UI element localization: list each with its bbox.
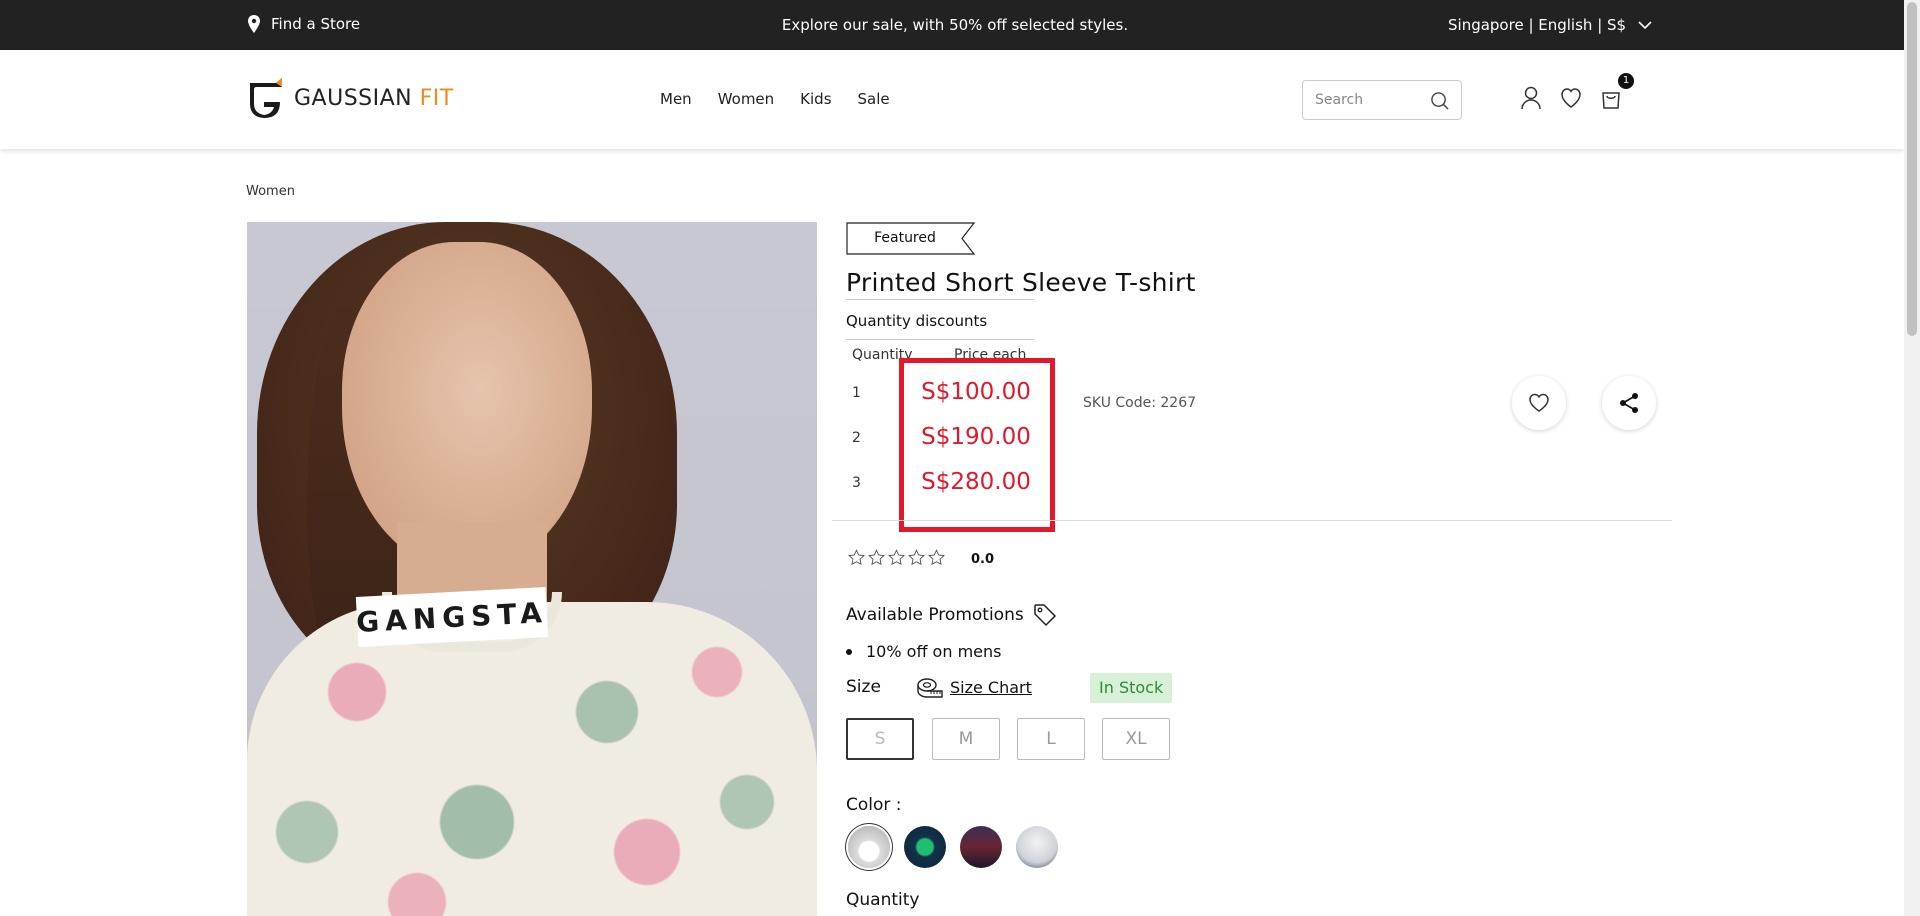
- promotion-text: 10% off on mens: [866, 642, 1002, 661]
- color-label: Color :: [846, 795, 902, 815]
- share-button[interactable]: [1602, 376, 1656, 430]
- featured-badge: Featured: [846, 222, 976, 255]
- cart-button[interactable]: 1: [1600, 73, 1634, 110]
- star-outline-icon: [848, 549, 865, 566]
- available-promotions: Available Promotions: [846, 602, 1058, 628]
- promotion-item: 10% off on mens: [846, 642, 1001, 661]
- title-divider: [846, 299, 1034, 300]
- nav-kids[interactable]: Kids: [800, 90, 831, 108]
- search-icon[interactable]: [1430, 91, 1449, 110]
- main-nav: Men Women Kids Sale: [660, 90, 890, 108]
- gaussian-fit-logo-icon: [250, 78, 282, 118]
- add-to-wishlist-button[interactable]: [1512, 376, 1566, 430]
- star-outline-icon: [868, 549, 885, 566]
- brand-name: GAUSSIAN FIT: [294, 86, 454, 111]
- wishlist-button[interactable]: [1560, 86, 1582, 110]
- locale-label: Singapore | English | S$: [1448, 16, 1627, 34]
- heart-icon: [1529, 393, 1549, 412]
- scrollbar-thumb[interactable]: [1907, 2, 1917, 336]
- price-highlight-box: [899, 358, 1055, 532]
- brand-name-accent: FIT: [419, 85, 454, 111]
- size-label: Size: [846, 677, 881, 697]
- search-box: [1302, 80, 1462, 120]
- measuring-tape-icon: [917, 678, 943, 698]
- cart-count-badge: 1: [1618, 73, 1634, 89]
- rating-value: 0.0: [971, 552, 995, 567]
- qd-row-qty: 1: [852, 385, 861, 401]
- stock-status-badge: In Stock: [1090, 673, 1173, 703]
- product-photo-shirt: [247, 602, 817, 916]
- heart-icon: [1561, 88, 1581, 108]
- top-announcement-bar: Find a Store Explore our sale, with 50% …: [0, 0, 1920, 50]
- quantity-label: Quantity: [846, 890, 920, 910]
- size-option-m[interactable]: M: [932, 718, 1000, 760]
- breadcrumb[interactable]: Women: [246, 184, 295, 199]
- quantity-discounts-divider: [846, 339, 1034, 340]
- chevron-down-icon: [1638, 20, 1652, 29]
- size-option-s[interactable]: S: [846, 718, 914, 760]
- color-swatch-purple-print[interactable]: [960, 826, 1002, 868]
- promotions-title: Available Promotions: [846, 605, 1024, 625]
- qd-row-qty: 2: [852, 430, 861, 446]
- page-scrollbar[interactable]: [1904, 0, 1920, 916]
- rating-stars[interactable]: [848, 549, 945, 566]
- sku-code: SKU Code: 2267: [1083, 395, 1197, 411]
- brand-name-main: GAUSSIAN: [294, 85, 413, 111]
- bullet-icon: [846, 648, 852, 655]
- product-image[interactable]: GANGSTA: [247, 222, 817, 916]
- quantity-discounts-title: Quantity discounts: [846, 312, 988, 330]
- nav-men[interactable]: Men: [660, 90, 692, 108]
- star-outline-icon: [888, 549, 905, 566]
- shirt-print-text: GANGSTA: [355, 587, 549, 647]
- section-divider: [832, 520, 1672, 521]
- size-chart-link[interactable]: Size Chart: [916, 676, 1032, 698]
- color-swatch-navy-green[interactable]: [904, 826, 946, 868]
- user-icon: [1521, 86, 1541, 110]
- featured-badge-label: Featured: [874, 230, 936, 246]
- color-swatch-grey-marl[interactable]: [1016, 826, 1058, 868]
- color-swatch-white-graphic[interactable]: [848, 826, 890, 868]
- size-option-xl[interactable]: XL: [1102, 718, 1170, 760]
- qd-row-qty: 3: [852, 475, 861, 491]
- shopping-bag-icon: [1602, 92, 1620, 109]
- product-title: Printed Short Sleeve T-shirt: [846, 268, 1196, 297]
- nav-sale[interactable]: Sale: [858, 90, 890, 108]
- page: Find a Store Explore our sale, with 50% …: [0, 0, 1920, 916]
- size-option-l[interactable]: L: [1017, 718, 1085, 760]
- tag-icon: [1033, 604, 1056, 627]
- brand-logo[interactable]: GAUSSIAN FIT: [246, 77, 454, 119]
- share-icon: [1620, 393, 1638, 413]
- nav-women[interactable]: Women: [718, 90, 774, 108]
- header-actions: 1: [1520, 73, 1634, 110]
- locale-selector[interactable]: Singapore | English | S$: [1448, 16, 1652, 34]
- star-outline-icon: [928, 549, 945, 566]
- account-button[interactable]: [1520, 86, 1542, 110]
- size-chart-label: Size Chart: [950, 677, 1032, 697]
- star-outline-icon: [908, 549, 925, 566]
- search-input[interactable]: [1315, 92, 1415, 108]
- site-header: GAUSSIAN FIT Men Women Kids Sale Search …: [0, 50, 1904, 149]
